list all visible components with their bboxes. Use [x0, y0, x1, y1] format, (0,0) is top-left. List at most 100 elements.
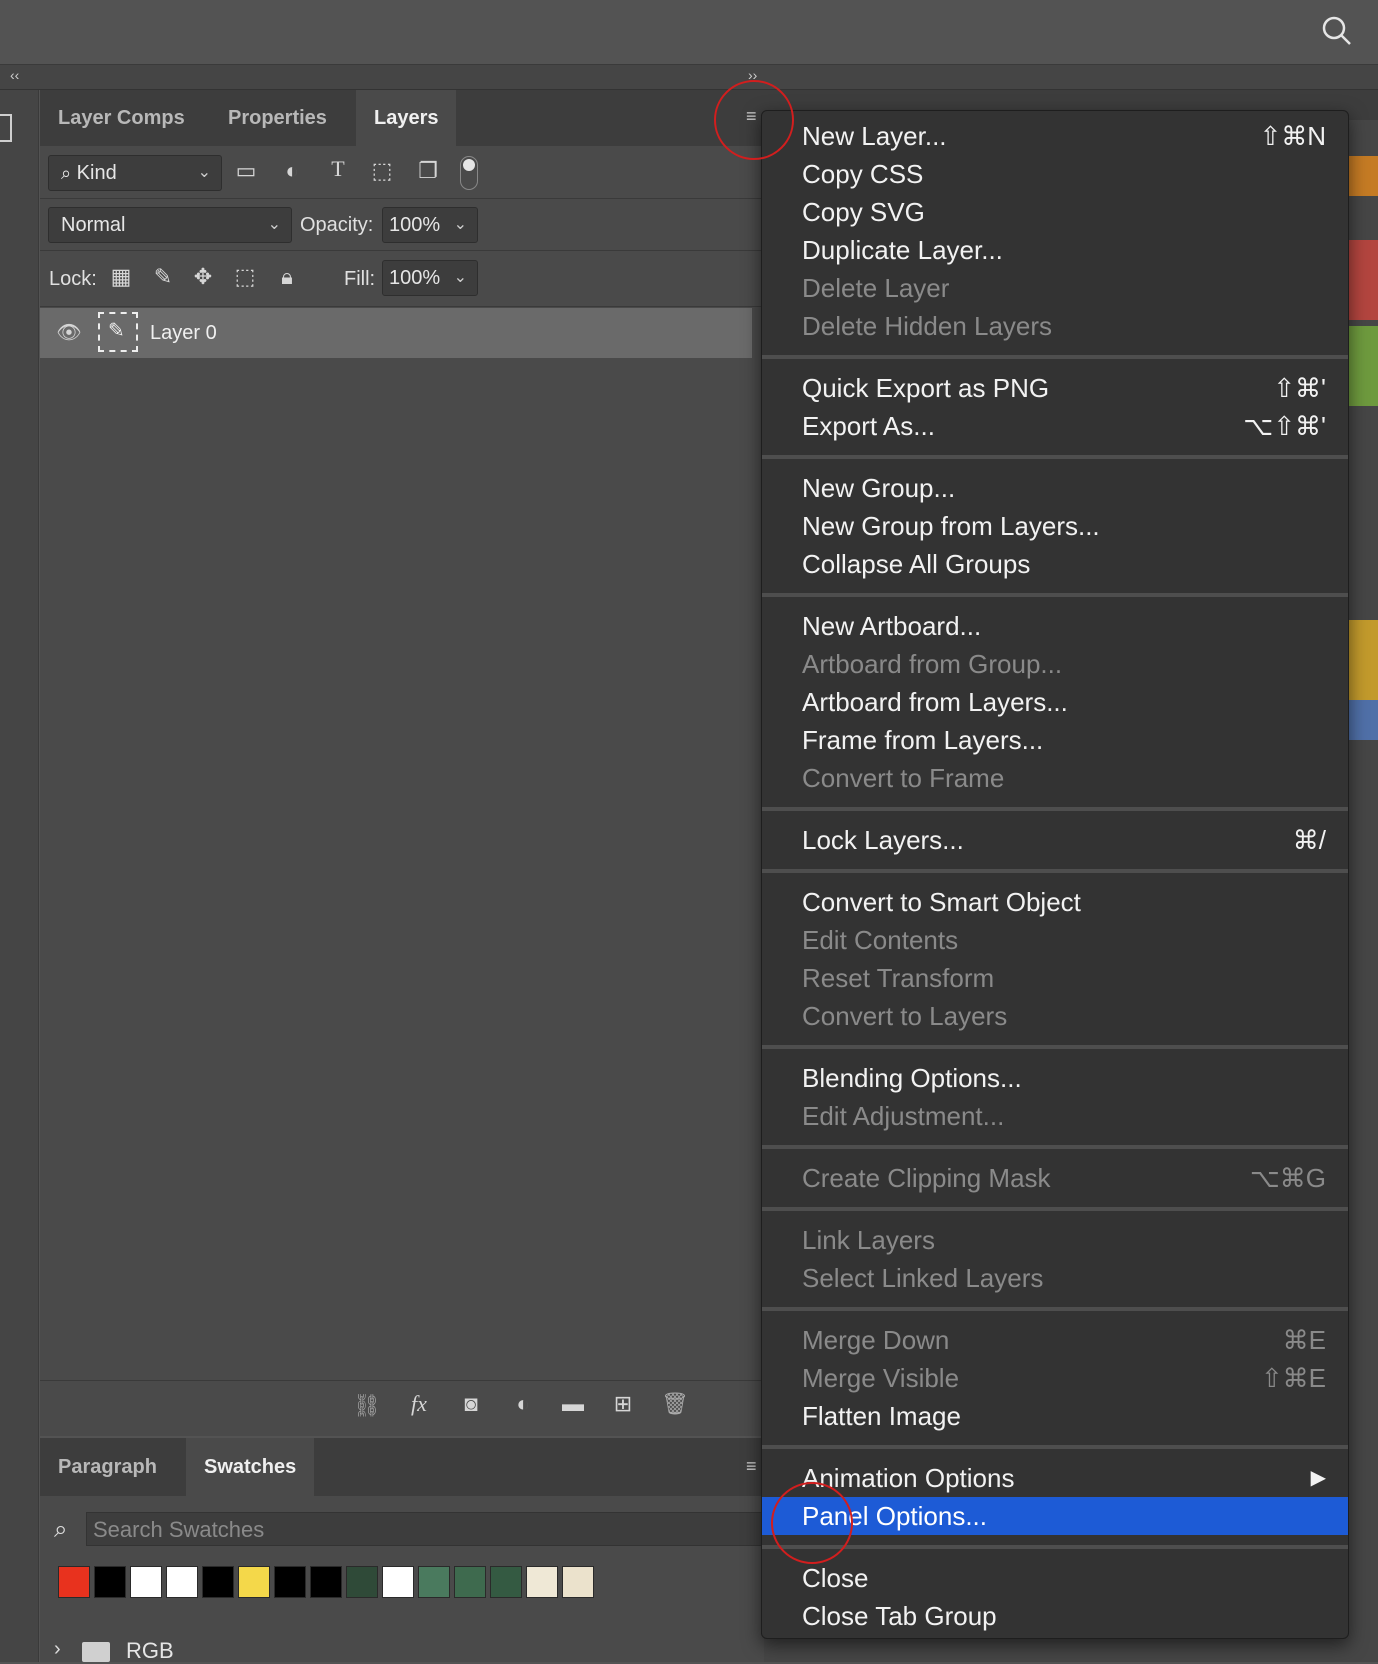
color-swatch[interactable] — [418, 1566, 450, 1598]
blend-mode-dropdown[interactable]: Normal ⌄ — [48, 207, 292, 243]
menu-item[interactable]: Copy CSS — [762, 155, 1348, 193]
menu-item[interactable]: Collapse All Groups — [762, 545, 1348, 583]
color-swatch[interactable] — [562, 1566, 594, 1598]
mask-icon[interactable]: ◙ — [456, 1391, 486, 1417]
menu-item[interactable]: New Artboard... — [762, 607, 1348, 645]
chevron-down-icon[interactable]: ⌄ — [454, 208, 467, 242]
color-swatch[interactable] — [346, 1566, 378, 1598]
menu-item[interactable]: Delete Layer — [762, 269, 1348, 307]
menu-item[interactable]: Blending Options... — [762, 1059, 1348, 1097]
color-swatch[interactable] — [310, 1566, 342, 1598]
link-icon[interactable]: ⛓︎ — [352, 1393, 382, 1419]
color-swatch[interactable] — [454, 1566, 486, 1598]
annotation-ring — [714, 80, 794, 160]
color-swatch[interactable] — [274, 1566, 306, 1598]
lock-all-icon[interactable]: 🔒︎ — [274, 264, 300, 290]
color-swatch[interactable] — [130, 1566, 162, 1598]
menu-item[interactable]: Artboard from Group... — [762, 645, 1348, 683]
menu-item-shortcut: ⌘E — [1282, 1325, 1326, 1355]
folder-icon[interactable]: ▬ — [558, 1391, 588, 1417]
panel-menu-icon[interactable]: ≡ — [746, 1456, 757, 1477]
tab-swatches[interactable]: Swatches — [186, 1438, 315, 1496]
menu-item[interactable]: Create Clipping Mask ⌥⌘G — [762, 1159, 1348, 1197]
smart-object-filter-icon[interactable]: ❐ — [414, 158, 442, 184]
menu-item[interactable]: Link Layers — [762, 1221, 1348, 1259]
lock-artboard-icon[interactable]: ⬚ — [232, 264, 258, 290]
rgb-group[interactable]: › RGB — [54, 1638, 754, 1663]
menu-item[interactable]: Artboard from Layers... — [762, 683, 1348, 721]
annotation-ring — [771, 1482, 853, 1564]
color-swatch[interactable] — [166, 1566, 198, 1598]
menu-item-label: Lock Layers... — [802, 825, 964, 855]
menu-item[interactable]: Frame from Layers... — [762, 721, 1348, 759]
tab-layer-comps[interactable]: Layer Comps — [40, 90, 203, 146]
tab-layers[interactable]: Layers — [356, 90, 456, 146]
layer-color-bar — [1348, 156, 1378, 196]
lock-transparent-icon[interactable]: ▦ — [108, 264, 134, 290]
menu-item[interactable]: Edit Adjustment... — [762, 1097, 1348, 1135]
adjustment-filter-icon[interactable]: ◐ — [278, 158, 306, 184]
color-swatch[interactable] — [490, 1566, 522, 1598]
color-swatch[interactable] — [238, 1566, 270, 1598]
layer-name[interactable]: Layer 0 — [150, 322, 217, 345]
menu-item-label: New Artboard... — [802, 611, 982, 641]
adjustment-icon[interactable]: ◐ — [508, 1391, 538, 1417]
layer-color-bar — [1348, 620, 1378, 700]
menu-item-label: Convert to Smart Object — [802, 887, 1081, 917]
menu-item[interactable]: Lock Layers... ⌘/ — [762, 821, 1348, 859]
chevron-down-icon[interactable]: ⌄ — [454, 261, 467, 295]
color-swatch[interactable] — [202, 1566, 234, 1598]
color-swatch[interactable] — [94, 1566, 126, 1598]
fx-icon[interactable]: fx — [404, 1391, 434, 1417]
collapse-left-icon[interactable]: ‹‹ — [10, 67, 19, 83]
tab-paragraph[interactable]: Paragraph — [40, 1438, 175, 1496]
lock-position-icon[interactable]: ✥ — [190, 264, 216, 290]
trash-icon[interactable]: 🗑︎ — [660, 1391, 690, 1417]
fill-input[interactable]: 100% ⌄ — [382, 260, 478, 296]
swatch-search-input[interactable]: Search Swatches — [86, 1512, 764, 1546]
color-swatch[interactable] — [526, 1566, 558, 1598]
opacity-input[interactable]: 100% ⌄ — [382, 207, 478, 243]
search-icon[interactable] — [1320, 14, 1354, 48]
menu-item[interactable]: Duplicate Layer... — [762, 231, 1348, 269]
filter-kind-dropdown[interactable]: ⌕ Kind ⌄ — [48, 155, 222, 191]
layer-row[interactable]: 👁︎ ✎ Layer 0 — [40, 308, 752, 358]
menu-item[interactable]: New Group... — [762, 469, 1348, 507]
filter-toggle-switch[interactable] — [460, 156, 478, 190]
menu-item-shortcut: ⌘/ — [1292, 825, 1326, 855]
type-filter-icon[interactable]: T — [324, 156, 352, 182]
swatches-panel: Paragraph Swatches ≡ ⌕ Search Swatches ›… — [40, 1438, 764, 1663]
eye-icon[interactable]: 👁︎ — [54, 320, 84, 345]
menu-item[interactable]: New Layer... ⇧⌘N — [762, 117, 1348, 155]
chevron-right-icon[interactable]: › — [54, 1638, 61, 1661]
menu-item[interactable]: New Group from Layers... — [762, 507, 1348, 545]
menu-item[interactable]: Delete Hidden Layers — [762, 307, 1348, 345]
menu-item[interactable]: Close — [762, 1559, 1348, 1597]
menu-item[interactable]: Export As... ⌥⇧⌘' — [762, 407, 1348, 445]
menu-item[interactable]: Animation Options ▶ — [762, 1459, 1348, 1497]
color-swatch[interactable] — [58, 1566, 90, 1598]
menu-item[interactable]: Merge Visible ⇧⌘E — [762, 1359, 1348, 1397]
menu-item[interactable]: Convert to Layers — [762, 997, 1348, 1035]
menu-item[interactable]: Convert to Frame — [762, 759, 1348, 797]
menu-item-label: Copy SVG — [802, 197, 925, 227]
menu-item[interactable]: Select Linked Layers — [762, 1259, 1348, 1297]
menu-item[interactable]: Merge Down ⌘E — [762, 1321, 1348, 1359]
shape-filter-icon[interactable]: ⬚ — [368, 158, 396, 184]
menu-item[interactable]: Flatten Image — [762, 1397, 1348, 1435]
menu-item-label: Select Linked Layers — [802, 1263, 1044, 1293]
menu-item[interactable]: Copy SVG — [762, 193, 1348, 231]
menu-item[interactable]: Reset Transform — [762, 959, 1348, 997]
document-icon[interactable] — [0, 114, 12, 142]
menu-item-label: Duplicate Layer... — [802, 235, 1003, 265]
menu-item[interactable]: Convert to Smart Object — [762, 883, 1348, 921]
menu-item[interactable]: Quick Export as PNG ⇧⌘' — [762, 369, 1348, 407]
color-swatch[interactable] — [382, 1566, 414, 1598]
new-layer-icon[interactable]: ⊞ — [608, 1391, 638, 1417]
tab-properties[interactable]: Properties — [210, 90, 345, 146]
menu-item[interactable]: Edit Contents — [762, 921, 1348, 959]
menu-item[interactable]: Close Tab Group — [762, 1597, 1348, 1635]
pixel-filter-icon[interactable]: ▭ — [232, 158, 260, 184]
search-icon: ⌕ — [61, 163, 72, 183]
lock-pixels-icon[interactable]: ✎ — [150, 264, 176, 290]
